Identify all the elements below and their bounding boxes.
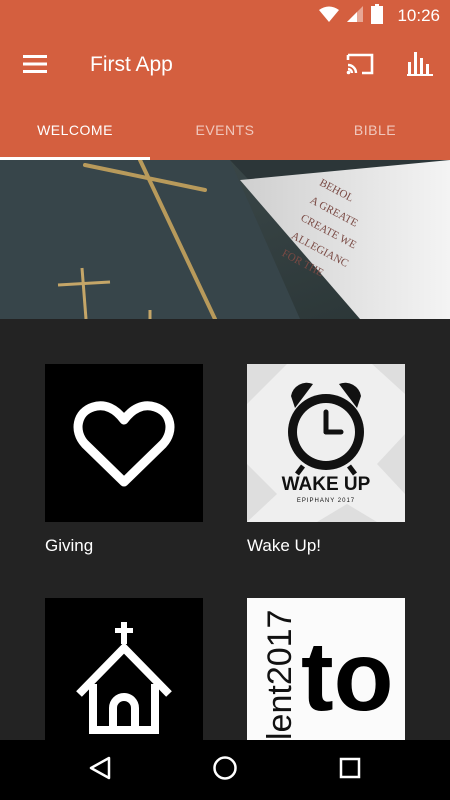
home-circle-icon [212,755,238,786]
heart-icon [45,401,203,522]
tile-wake-up[interactable]: WAKE UP EPIPHANY 2017 Wake Up! [247,364,405,564]
cell-signal-icon [347,5,364,27]
status-icons: 10:26 [319,3,440,29]
wifi-icon [319,6,340,27]
app-bar: First App [0,32,450,100]
status-bar: 10:26 [0,0,450,32]
system-nav-bar [0,740,450,800]
lent-vertical-text: lent2017 [261,610,299,740]
back-button[interactable] [75,750,125,790]
wake-up-title: WAKE UP [282,474,371,495]
wake-up-subtitle: EPIPHANY 2017 [297,498,355,504]
recents-button[interactable] [325,750,375,790]
tile-church-image [45,598,203,740]
battery-icon [371,3,384,29]
tab-welcome[interactable]: WELCOME [0,100,150,160]
tile-lent-2017[interactable]: lent2017 to [247,598,405,740]
tile-giving-label: Giving [45,536,94,555]
tab-bible[interactable]: BIBLE [300,100,450,160]
lent-2017-logo: lent2017 to [261,610,394,740]
tab-bar: WELCOME EVENTS BIBLE [0,100,450,160]
status-time: 10:26 [397,6,440,25]
app-screen: 10:26 First App WELCOME EVENTS BIBLE BEH… [0,0,450,800]
recents-square-icon [339,757,361,784]
tab-label: EVENTS [195,122,255,138]
tile-giving[interactable]: Giving [45,364,203,564]
hamburger-menu-icon [23,54,47,78]
tab-events[interactable]: EVENTS [150,100,300,160]
church-icon [45,622,203,740]
tile-giving-image [45,364,203,522]
bar-chart-icon [407,51,433,81]
tab-label: BIBLE [353,122,397,138]
tab-label: WELCOME [37,122,113,138]
home-button[interactable] [200,750,250,790]
lent-to-text: to [301,621,394,731]
alarm-clock-icon [288,382,364,476]
stats-button[interactable] [400,46,440,86]
cast-button[interactable] [340,46,380,86]
tile-wake-up-image: WAKE UP EPIPHANY 2017 [247,364,405,522]
tile-lent-image: lent2017 to [247,598,405,740]
tile-church[interactable] [45,598,203,740]
menu-button[interactable] [14,46,56,86]
tile-wake-up-label: Wake Up! [247,536,322,555]
cast-icon [345,52,375,81]
back-triangle-icon [89,756,111,785]
header-banner-image: BEHOL A GREATE CREATE WE ALLEGIANC FOR T… [0,160,450,319]
app-title: First App [90,53,173,76]
